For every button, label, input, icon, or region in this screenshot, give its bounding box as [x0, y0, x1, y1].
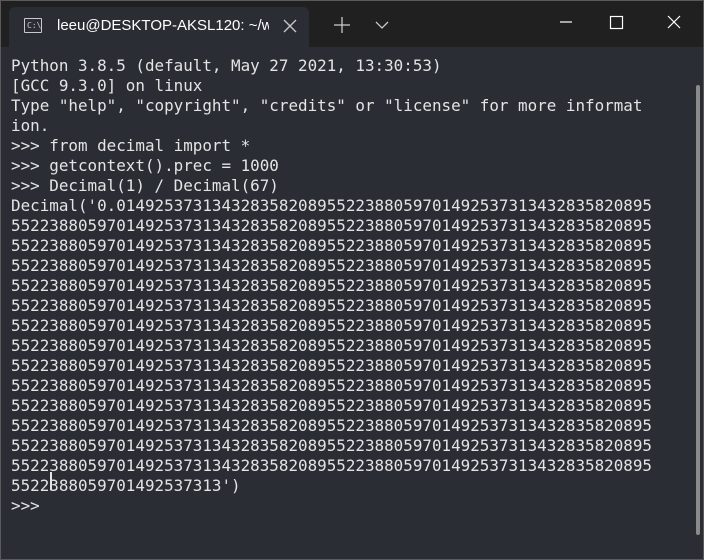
terminal-line: 5522388059701492537313432835820895522388… [11, 316, 652, 335]
scrollbar-thumb[interactable] [696, 85, 700, 535]
close-icon[interactable] [279, 15, 301, 37]
terminal-line: 5522388059701492537313432835820895522388… [11, 296, 652, 315]
terminal-line: Python 3.8.5 (default, May 27 2021, 13:3… [11, 56, 442, 75]
terminal-output-area[interactable]: Python 3.8.5 (default, May 27 2021, 13:3… [1, 47, 697, 559]
chevron-down-icon[interactable] [367, 1, 397, 47]
terminal-line: 5522388059701492537313432835820895522388… [11, 416, 652, 435]
terminal-line: >>> Decimal(1) / Decimal(67) [11, 176, 279, 195]
terminal-line: Type "help", "copyright", "credits" or "… [11, 96, 643, 115]
close-icon[interactable] [649, 1, 699, 47]
terminal-line: 5522388059701492537313432835820895522388… [11, 256, 652, 275]
text-cursor [50, 472, 52, 490]
tab-active[interactable]: C:\ leeu@DESKTOP-AKSL120: ~/wc [9, 7, 309, 47]
terminal-line: 5522388059701492537313432835820895522388… [11, 356, 652, 375]
title-bar[interactable]: C:\ leeu@DESKTOP-AKSL120: ~/wc [1, 1, 703, 47]
terminal-line: ion. [11, 116, 50, 135]
terminal-line: 5522388059701492537313432835820895522388… [11, 436, 652, 455]
terminal-line: 5522388059701492537313432835820895522388… [11, 456, 652, 475]
terminal-line: 5522388059701492537313432835820895522388… [11, 216, 652, 235]
terminal-window: C:\ leeu@DESKTOP-AKSL120: ~/wc Python 3.… [0, 0, 704, 560]
scrollbar[interactable] [696, 85, 702, 537]
terminal-line: 5522388059701492537313432835820895522388… [11, 236, 652, 255]
maximize-icon[interactable] [591, 1, 641, 47]
terminal-line: 5522388059701492537313432835820895522388… [11, 376, 652, 395]
plus-icon[interactable] [327, 1, 357, 47]
terminal-line: >>> from decimal import * [11, 136, 251, 155]
terminal-line: 5522388059701492537313432835820895522388… [11, 276, 652, 295]
terminal-line: 5522388059701492537313432835820895522388… [11, 396, 652, 415]
terminal-text: Python 3.8.5 (default, May 27 2021, 13:3… [11, 56, 652, 516]
terminal-line: >>> [11, 496, 50, 515]
terminal-line: Decimal('0.01492537313432835820895522388… [11, 196, 652, 215]
terminal-line: 5522388059701492537313') [11, 476, 241, 495]
terminal-line: [GCC 9.3.0] on linux [11, 76, 203, 95]
minimize-icon[interactable] [541, 1, 591, 47]
terminal-icon: C:\ [24, 18, 42, 33]
terminal-line: 5522388059701492537313432835820895522388… [11, 336, 652, 355]
terminal-line: >>> getcontext().prec = 1000 [11, 156, 279, 175]
tab-title: leeu@DESKTOP-AKSL120: ~/wc [57, 17, 269, 34]
